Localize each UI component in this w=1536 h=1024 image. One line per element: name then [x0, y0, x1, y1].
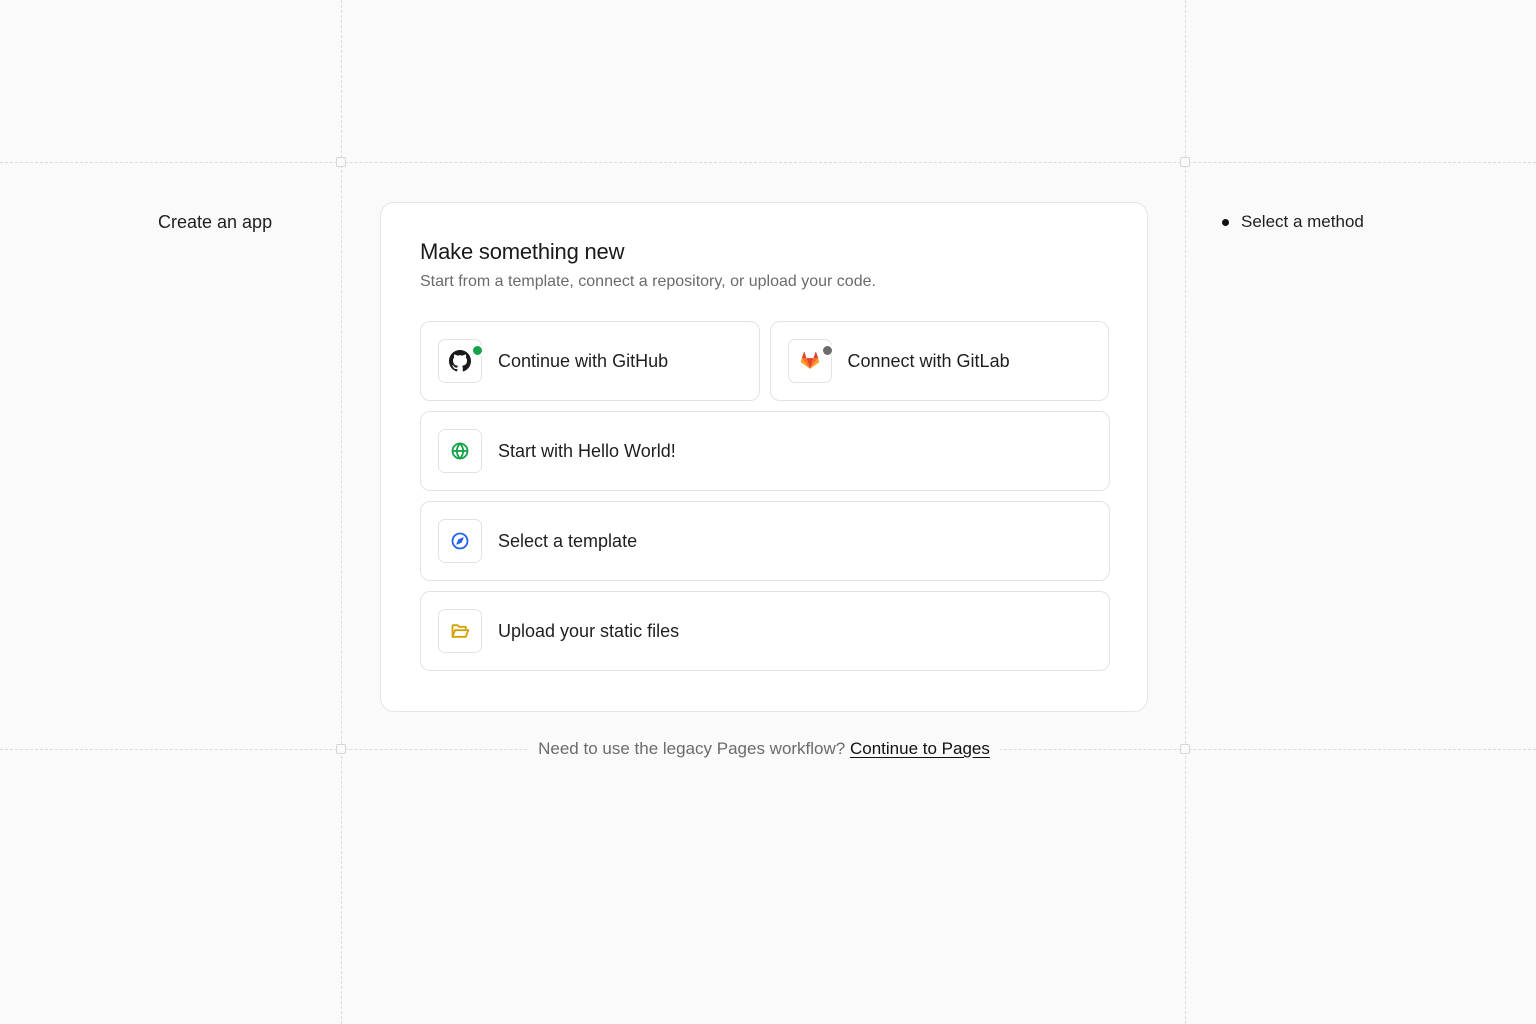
legacy-footer-content: Need to use the legacy Pages workflow? C…: [528, 739, 1000, 759]
github-icon-box: [438, 339, 484, 383]
create-app-card: Make something new Start from a template…: [380, 202, 1148, 712]
connect-with-gitlab-button[interactable]: Connect with GitLab: [769, 321, 1109, 401]
gitlab-icon: [800, 351, 819, 369]
upload-option-label: Upload your static files: [498, 620, 680, 641]
step-bullet-icon: [1222, 218, 1229, 226]
legacy-footer-text: Need to use the legacy Pages workflow?: [538, 739, 846, 758]
folder-icon-box: [438, 609, 482, 653]
hello-world-option-label: Start with Hello World!: [498, 440, 676, 461]
continue-with-github-button[interactable]: Continue with GitHub: [420, 321, 760, 401]
git-provider-row: Continue with GitHub Connect with GitLab: [420, 321, 1109, 401]
folder-open-icon: [451, 624, 470, 638]
select-a-template-button[interactable]: Select a template: [420, 501, 1110, 581]
guide-line: [1185, 0, 1186, 1024]
guide-corner: [1180, 157, 1190, 167]
step-indicator: Select a method: [1222, 212, 1364, 232]
connected-status-dot: [471, 344, 484, 357]
globe-icon: [451, 442, 469, 460]
section-title: Create an app: [158, 212, 273, 232]
template-option-label: Select a template: [498, 530, 638, 551]
method-options: Continue with GitHub Connect with GitLab…: [420, 321, 1110, 671]
github-option-label: Continue with GitHub: [498, 350, 669, 371]
globe-icon-box: [438, 429, 482, 473]
gitlab-icon-box: [787, 339, 834, 383]
legacy-footer: Need to use the legacy Pages workflow? C…: [0, 739, 1528, 759]
card-subtitle: Start from a template, connect a reposit…: [420, 273, 876, 290]
upload-static-files-button[interactable]: Upload your static files: [420, 591, 1110, 671]
start-with-hello-world-button[interactable]: Start with Hello World!: [420, 411, 1110, 491]
compass-icon-box: [438, 519, 482, 563]
guide-line: [341, 0, 342, 1024]
compass-icon: [451, 532, 469, 550]
guide-line: [0, 162, 1536, 163]
page: Create an app Select a method Make somet…: [0, 0, 1536, 1024]
github-icon: [449, 350, 471, 372]
disconnected-status-dot: [820, 344, 834, 357]
continue-to-pages-link[interactable]: Continue to Pages: [850, 739, 990, 758]
gitlab-option-label: Connect with GitLab: [847, 350, 1010, 371]
card-title: Make something new: [420, 239, 625, 264]
step-label: Select a method: [1241, 212, 1364, 231]
guide-corner: [336, 157, 346, 167]
